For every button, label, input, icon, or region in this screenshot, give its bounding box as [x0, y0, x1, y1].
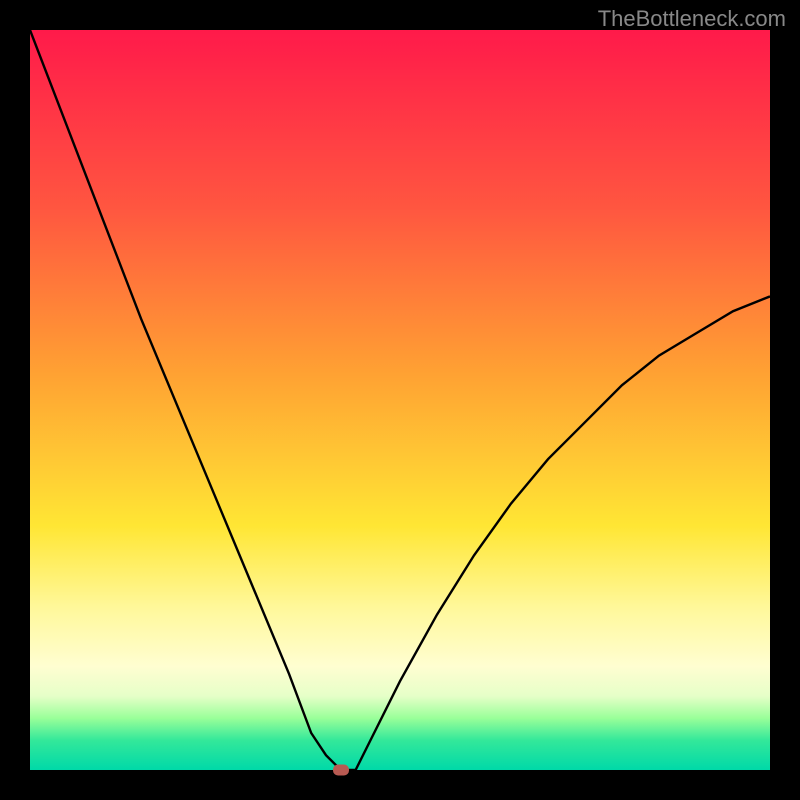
plot-area: [30, 30, 770, 770]
watermark-text: TheBottleneck.com: [598, 6, 786, 32]
bottleneck-curve: [30, 30, 770, 770]
optimal-point-marker: [333, 765, 349, 776]
